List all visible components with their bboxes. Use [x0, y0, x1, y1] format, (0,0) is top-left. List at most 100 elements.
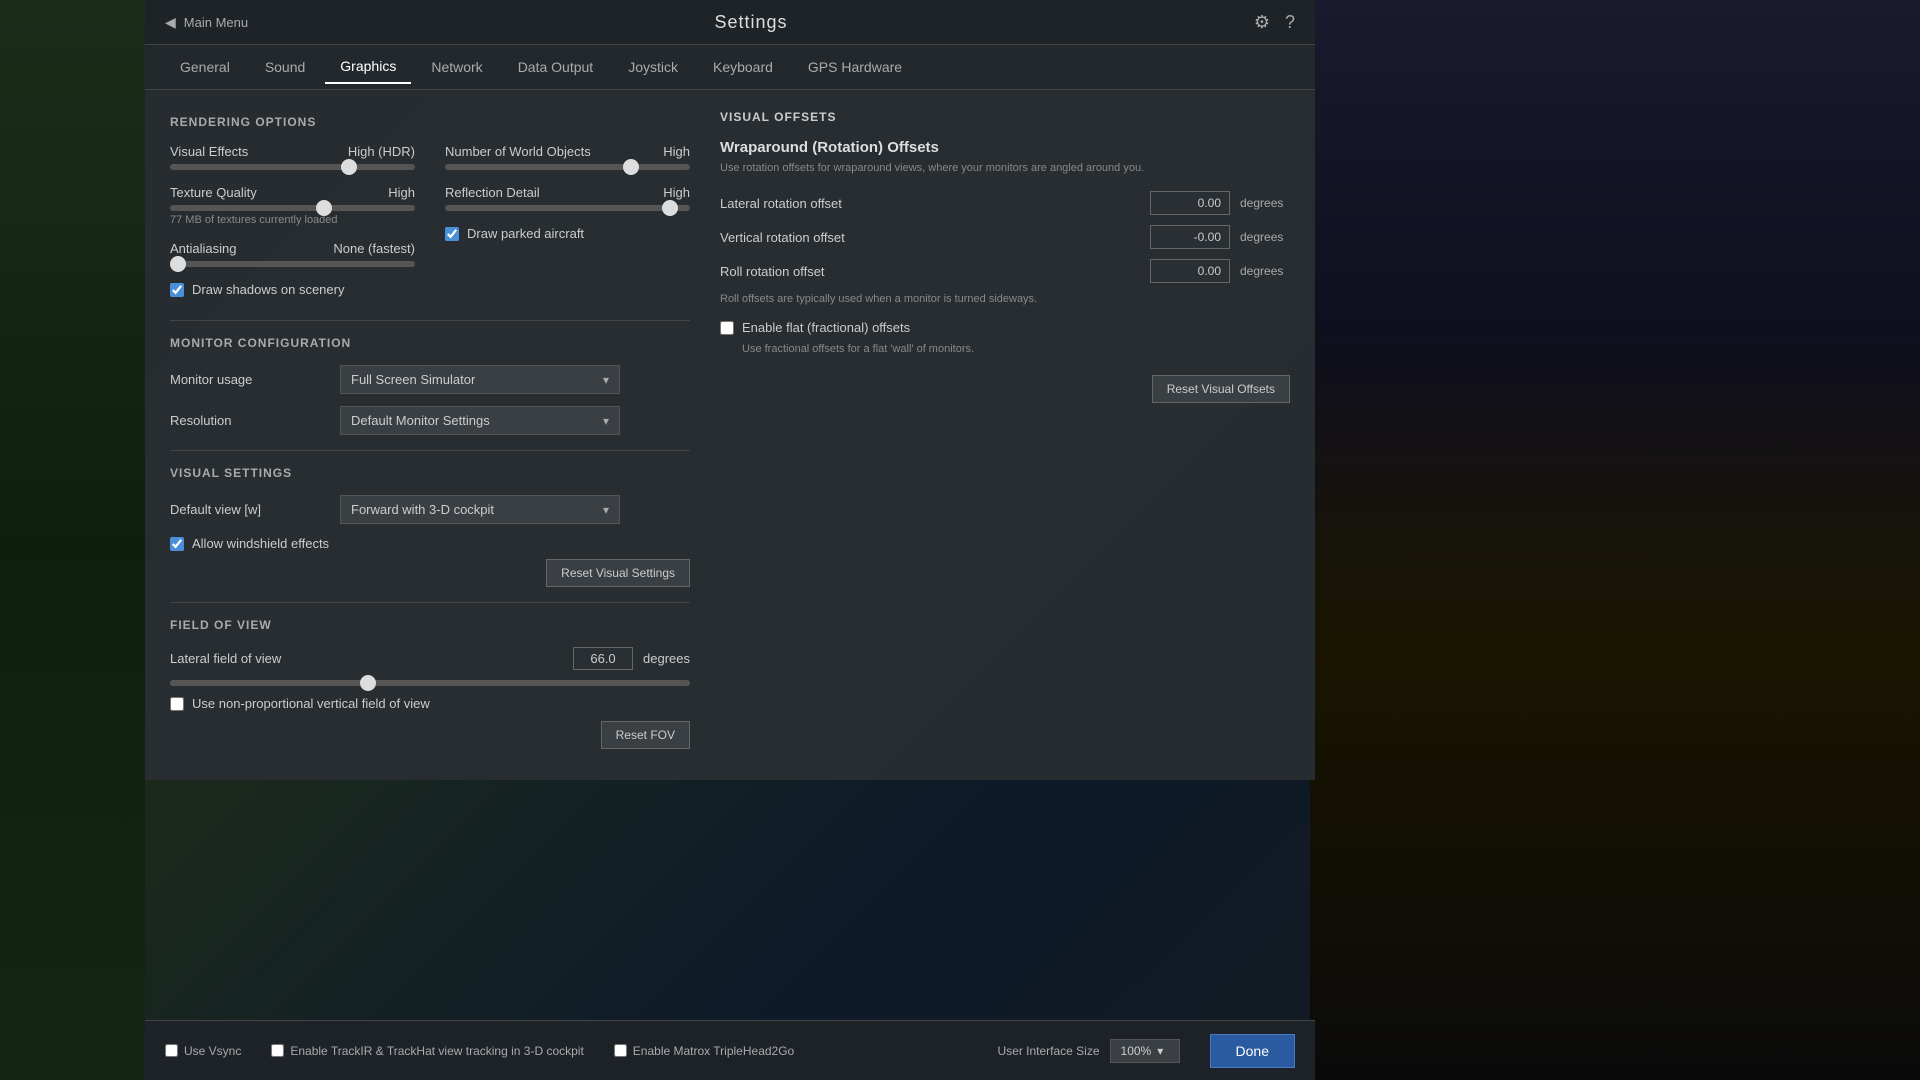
- ui-size-section: User Interface Size 100% ▾: [997, 1039, 1179, 1063]
- settings-panel: ◀ Main Menu Settings ⚙ ? General Sound G…: [145, 0, 1315, 780]
- lateral-rotation-row: Lateral rotation offset degrees: [720, 191, 1290, 215]
- enable-flat-label: Enable flat (fractional) offsets: [742, 320, 910, 335]
- visual-effects-thumb[interactable]: [341, 159, 357, 175]
- flat-desc: Use fractional offsets for a flat 'wall'…: [742, 343, 1290, 355]
- help-icon[interactable]: ?: [1285, 12, 1295, 33]
- enable-trackir-row: Enable TrackIR & TrackHat view tracking …: [271, 1044, 583, 1058]
- tab-joystick[interactable]: Joystick: [613, 51, 693, 83]
- ui-size-value: 100%: [1121, 1044, 1152, 1058]
- reflection-detail-thumb[interactable]: [662, 200, 678, 216]
- resolution-arrow: ▾: [603, 414, 609, 428]
- default-view-label: Default view [w]: [170, 502, 320, 517]
- lateral-fov-label: Lateral field of view: [170, 651, 563, 666]
- roll-rotation-unit: degrees: [1240, 264, 1290, 278]
- world-objects-track[interactable]: [445, 164, 690, 170]
- nav-back[interactable]: ◀ Main Menu: [165, 14, 248, 31]
- texture-quality-subtext: 77 MB of textures currently loaded: [170, 214, 415, 226]
- enable-matrox-label: Enable Matrox TripleHead2Go: [633, 1044, 794, 1058]
- ui-size-select[interactable]: 100% ▾: [1110, 1039, 1180, 1063]
- world-objects-thumb[interactable]: [623, 159, 639, 175]
- divider-1: [170, 320, 690, 321]
- draw-parked-aircraft-checkbox[interactable]: [445, 227, 459, 241]
- default-view-row: Default view [w] Forward with 3-D cockpi…: [170, 495, 690, 524]
- rendering-grid: Visual Effects High (HDR) Texture Qualit…: [170, 144, 690, 305]
- allow-windshield-checkbox[interactable]: [170, 537, 184, 551]
- reset-visual-offsets-button[interactable]: Reset Visual Offsets: [1152, 375, 1290, 403]
- enable-trackir-checkbox[interactable]: [271, 1044, 284, 1057]
- tabs-bar: General Sound Graphics Network Data Outp…: [145, 45, 1315, 90]
- default-view-select[interactable]: Forward with 3-D cockpit ▾: [340, 495, 620, 524]
- resolution-select[interactable]: Default Monitor Settings ▾: [340, 406, 620, 435]
- wraparound-title: Wraparound (Rotation) Offsets: [720, 139, 1290, 156]
- rendering-left: Visual Effects High (HDR) Texture Qualit…: [170, 144, 415, 305]
- tab-graphics[interactable]: Graphics: [325, 50, 411, 84]
- right-cockpit-bg: [1310, 0, 1920, 1080]
- enable-matrox-checkbox[interactable]: [614, 1044, 627, 1057]
- back-arrow-icon: ◀: [165, 14, 176, 31]
- vertical-rotation-label: Vertical rotation offset: [720, 230, 1140, 245]
- title-bar: ◀ Main Menu Settings ⚙ ?: [145, 0, 1315, 45]
- antialiasing-track[interactable]: [170, 261, 415, 267]
- default-view-arrow: ▾: [603, 503, 609, 517]
- allow-windshield-label: Allow windshield effects: [192, 536, 329, 551]
- antialiasing-row: Antialiasing None (fastest): [170, 241, 415, 267]
- texture-quality-thumb[interactable]: [316, 200, 332, 216]
- draw-parked-aircraft-label: Draw parked aircraft: [467, 226, 584, 241]
- reflection-detail-track[interactable]: [445, 205, 690, 211]
- tab-network[interactable]: Network: [416, 51, 497, 83]
- enable-flat-row: Enable flat (fractional) offsets: [720, 320, 1290, 335]
- rendering-right: Number of World Objects High Reflection …: [445, 144, 690, 305]
- lateral-rotation-label: Lateral rotation offset: [720, 196, 1140, 211]
- enable-matrox-row: Enable Matrox TripleHead2Go: [614, 1044, 794, 1058]
- texture-quality-label: Texture Quality: [170, 185, 257, 200]
- rendering-section-header: RENDERING OPTIONS: [170, 115, 690, 129]
- monitor-usage-select[interactable]: Full Screen Simulator ▾: [340, 365, 620, 394]
- tab-gps-hardware[interactable]: GPS Hardware: [793, 51, 917, 83]
- enable-flat-checkbox[interactable]: [720, 321, 734, 335]
- reflection-detail-row: Reflection Detail High: [445, 185, 690, 211]
- monitor-usage-row: Monitor usage Full Screen Simulator ▾: [170, 365, 690, 394]
- world-objects-row: Number of World Objects High: [445, 144, 690, 170]
- wraparound-section: Wraparound (Rotation) Offsets Use rotati…: [720, 139, 1290, 403]
- visual-effects-value: High (HDR): [348, 144, 415, 159]
- resolution-label: Resolution: [170, 413, 320, 428]
- visual-offsets-header: VISUAL OFFSETS: [720, 110, 1290, 124]
- reset-fov-button[interactable]: Reset FOV: [601, 721, 690, 749]
- non-proportional-fov-label: Use non-proportional vertical field of v…: [192, 696, 430, 711]
- resolution-row: Resolution Default Monitor Settings ▾: [170, 406, 690, 435]
- roll-rotation-input[interactable]: [1150, 259, 1230, 283]
- tab-data-output[interactable]: Data Output: [503, 51, 609, 83]
- tab-keyboard[interactable]: Keyboard: [698, 51, 788, 83]
- monitor-config-header: MONITOR CONFIGURATION: [170, 336, 690, 350]
- lateral-fov-track[interactable]: [170, 680, 690, 686]
- non-proportional-fov-checkbox[interactable]: [170, 697, 184, 711]
- lateral-fov-thumb[interactable]: [360, 675, 376, 691]
- allow-windshield-row: Allow windshield effects: [170, 536, 690, 551]
- antialiasing-thumb[interactable]: [170, 256, 186, 272]
- done-button[interactable]: Done: [1210, 1034, 1295, 1068]
- draw-shadows-checkbox[interactable]: [170, 283, 184, 297]
- texture-quality-row: Texture Quality High 77 MB of textures c…: [170, 185, 415, 226]
- monitor-usage-value: Full Screen Simulator: [351, 372, 475, 387]
- reflection-detail-label: Reflection Detail: [445, 185, 540, 200]
- roll-note: Roll offsets are typically used when a m…: [720, 293, 1290, 305]
- tab-general[interactable]: General: [165, 51, 245, 83]
- lateral-rotation-input[interactable]: [1150, 191, 1230, 215]
- visual-effects-track[interactable]: [170, 164, 415, 170]
- settings-icon[interactable]: ⚙: [1254, 12, 1270, 33]
- divider-3: [170, 602, 690, 603]
- draw-parked-aircraft-row: Draw parked aircraft: [445, 226, 690, 241]
- use-vsync-label: Use Vsync: [184, 1044, 241, 1058]
- enable-trackir-label: Enable TrackIR & TrackHat view tracking …: [290, 1044, 583, 1058]
- non-proportional-fov-row: Use non-proportional vertical field of v…: [170, 696, 690, 711]
- lateral-fov-input[interactable]: 66.0: [573, 647, 633, 670]
- antialiasing-label: Antialiasing: [170, 241, 237, 256]
- flat-fractional-section: Enable flat (fractional) offsets Use fra…: [720, 320, 1290, 355]
- use-vsync-checkbox[interactable]: [165, 1044, 178, 1057]
- vertical-rotation-input[interactable]: [1150, 225, 1230, 249]
- reset-visual-settings-button[interactable]: Reset Visual Settings: [546, 559, 690, 587]
- visual-effects-label: Visual Effects: [170, 144, 248, 159]
- lateral-rotation-unit: degrees: [1240, 196, 1290, 210]
- texture-quality-track[interactable]: [170, 205, 415, 211]
- tab-sound[interactable]: Sound: [250, 51, 320, 83]
